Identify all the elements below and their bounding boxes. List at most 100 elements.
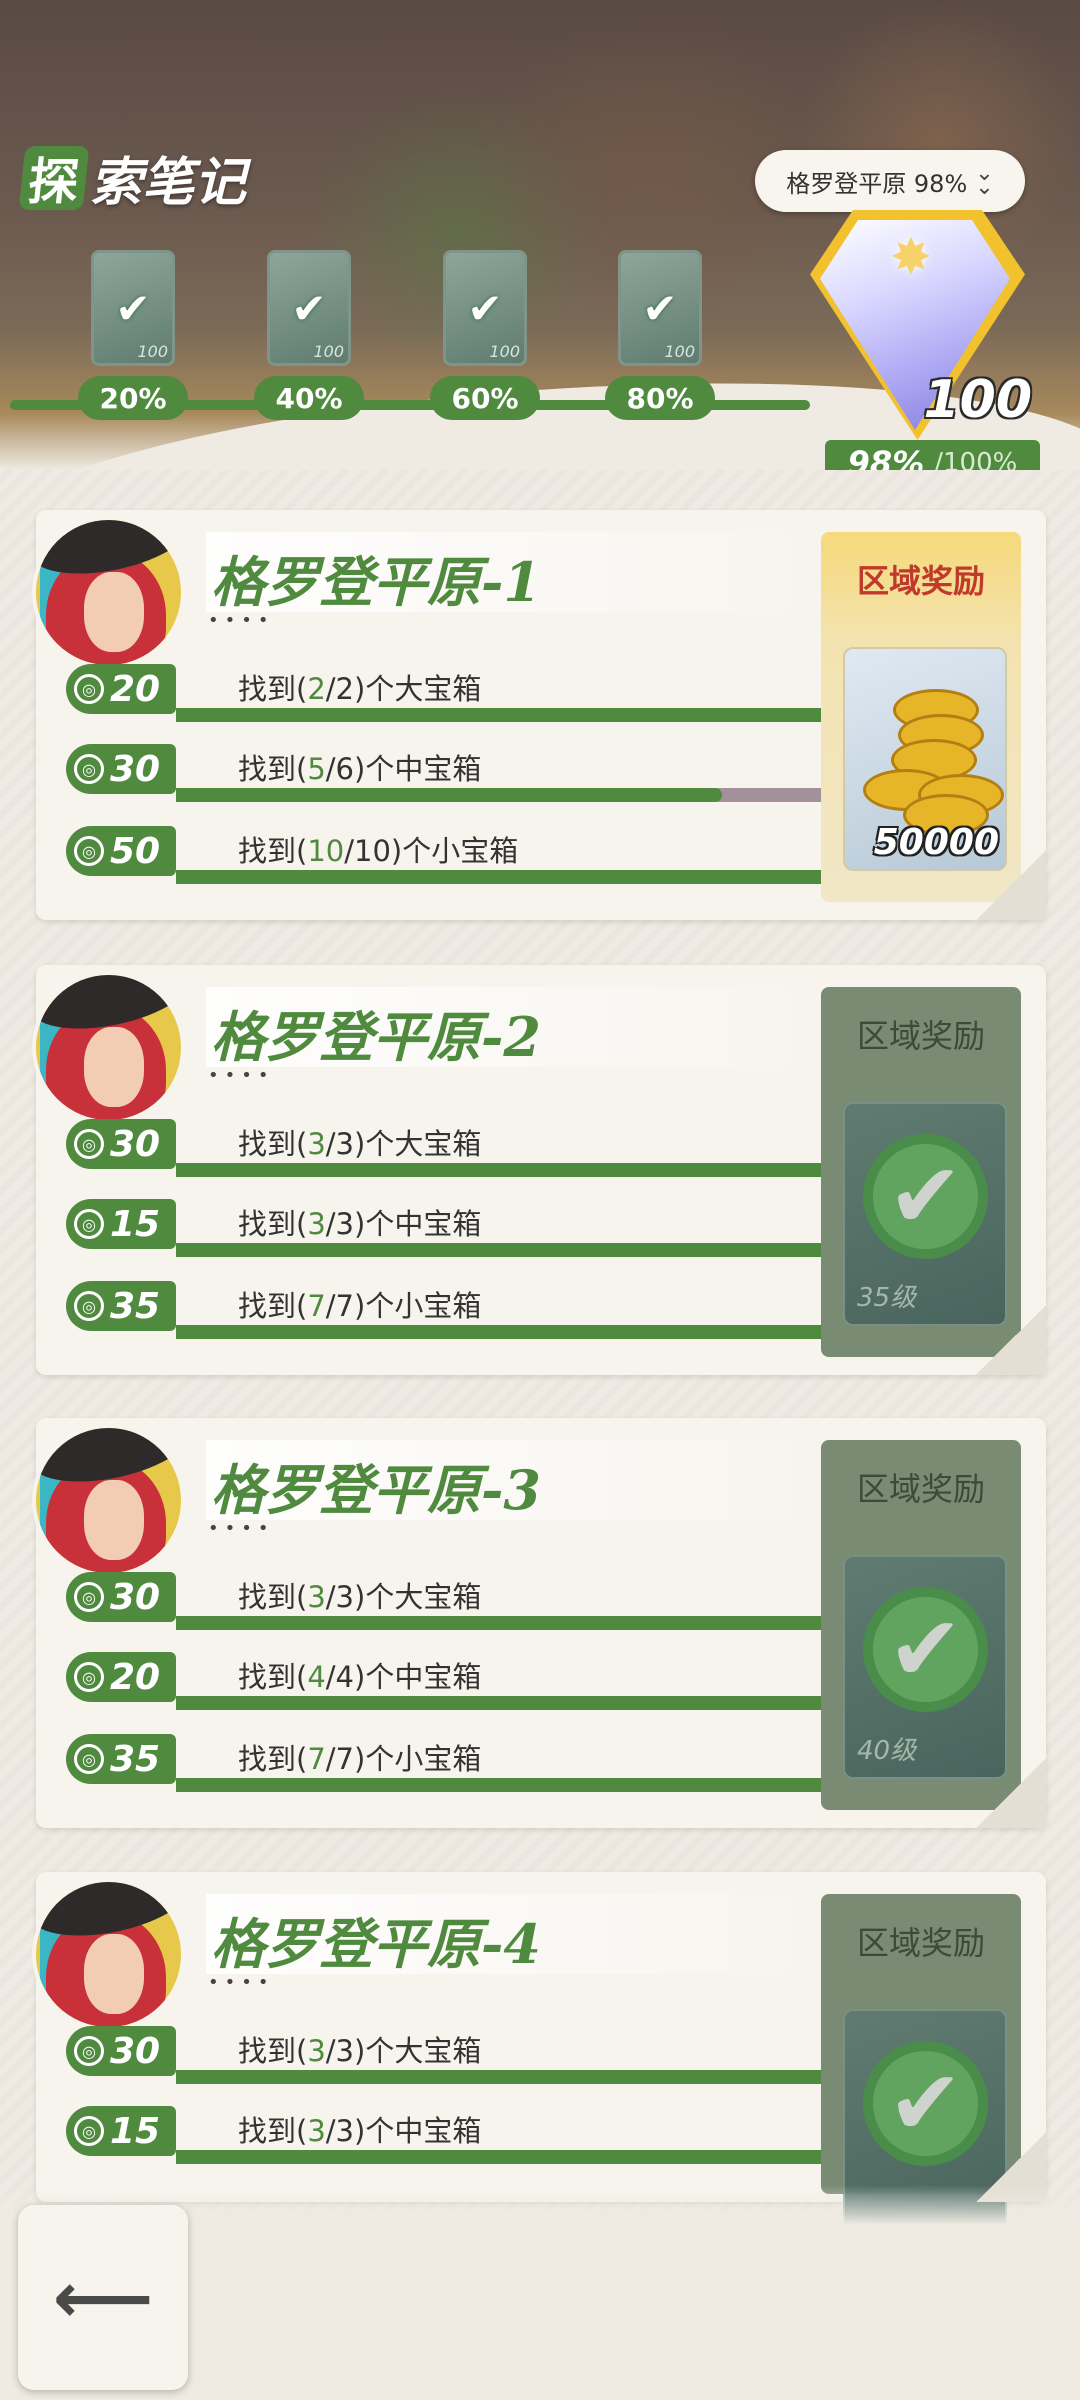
task-rest: /3)个大宝箱 bbox=[325, 2034, 482, 2068]
task-progress-fill bbox=[176, 1163, 831, 1177]
task-prefix: 找到( bbox=[238, 2034, 308, 2068]
milestone-track: ✔ 100 20% ✔ 100 40% ✔ 100 60% ✔ 100 80% bbox=[0, 240, 820, 430]
points-badge: ◎ 15 bbox=[66, 1199, 176, 1249]
region-dots: •••• bbox=[208, 1065, 275, 1086]
double-chevron-down-icon: ⌄ ⌄ bbox=[975, 161, 994, 200]
task-row: ◎ 50 找到(10/10)个小宝箱 bbox=[66, 820, 831, 884]
milestone-40[interactable]: ✔ 100 40% bbox=[254, 250, 364, 420]
task-label: 找到(7/7)个小宝箱 bbox=[238, 1736, 481, 1778]
points-value: 35 bbox=[110, 1285, 161, 1327]
task-progress-fill bbox=[176, 788, 722, 802]
points-badge: ◎ 30 bbox=[66, 1572, 176, 1622]
task-row: ◎ 30 找到(3/3)个大宝箱 bbox=[66, 1113, 831, 1177]
task-progress-fill bbox=[176, 1616, 831, 1630]
region-card: 格罗登平原-2 •••• ◎ 30 找到(3/3)个大宝箱 ◎ 15 找到(3/3)个中宝… bbox=[32, 965, 1046, 1375]
task-rest: /3)个大宝箱 bbox=[325, 1127, 482, 1161]
task-prefix: 找到( bbox=[238, 1742, 308, 1776]
task-progress-fill bbox=[176, 1243, 831, 1257]
task-label: 找到(7/7)个小宝箱 bbox=[238, 1283, 481, 1325]
milestone-80[interactable]: ✔ 100 80% bbox=[605, 250, 715, 420]
task-label: 找到(5/6)个中宝箱 bbox=[238, 746, 481, 788]
task-progress-bar bbox=[176, 2150, 831, 2164]
task-found-count: 3 bbox=[307, 2034, 326, 2068]
points-value: 30 bbox=[110, 1123, 161, 1165]
gold-coins-icon bbox=[863, 669, 1004, 836]
task-label: 找到(3/3)个中宝箱 bbox=[238, 1201, 481, 1243]
task-prefix: 找到( bbox=[238, 1127, 308, 1161]
task-row: ◎ 20 找到(4/4)个中宝箱 bbox=[66, 1646, 831, 1710]
back-arrow-icon: ⟵ bbox=[52, 2256, 154, 2339]
task-label: 找到(3/3)个大宝箱 bbox=[238, 1574, 481, 1616]
task-rest: /3)个中宝箱 bbox=[325, 2114, 482, 2148]
region-title: 格罗登平原-4 bbox=[211, 1912, 541, 1976]
card-corner-cut bbox=[976, 1758, 1046, 1828]
task-label: 找到(10/10)个小宝箱 bbox=[238, 828, 518, 870]
task-progress-bar bbox=[176, 1696, 831, 1710]
task-label: 找到(3/3)个中宝箱 bbox=[238, 2108, 481, 2150]
card-corner-cut bbox=[976, 850, 1046, 920]
task-found-count: 3 bbox=[307, 1127, 326, 1161]
task-rest: /7)个小宝箱 bbox=[325, 1289, 482, 1323]
region-dots: •••• bbox=[208, 1518, 275, 1539]
points-badge: ◎ 30 bbox=[66, 1119, 176, 1169]
task-progress-bar bbox=[176, 1778, 831, 1792]
milestone-card: ✔ 100 bbox=[618, 250, 702, 366]
milestone-60[interactable]: ✔ 100 60% bbox=[430, 250, 540, 420]
task-progress-bar bbox=[176, 708, 831, 722]
task-progress-fill bbox=[176, 2070, 831, 2084]
back-button[interactable]: ⟵ bbox=[18, 2205, 188, 2390]
milestone-percent: 60% bbox=[430, 376, 540, 420]
milestone-card: ✔ 100 bbox=[267, 250, 351, 366]
task-prefix: 找到( bbox=[238, 834, 308, 868]
completion-gem[interactable]: ✸ 100 98% /100% bbox=[800, 210, 1060, 470]
region-dropdown[interactable]: 格罗登平原 98% ⌄ ⌄ bbox=[755, 150, 1025, 212]
compass-icon: ◎ bbox=[74, 1582, 104, 1612]
task-row: ◎ 30 找到(3/3)个大宝箱 bbox=[66, 2020, 831, 2084]
task-progress-bar bbox=[176, 1616, 831, 1630]
compass-star-icon: ✸ bbox=[890, 228, 932, 286]
character-avatar bbox=[32, 1424, 185, 1577]
task-found-count: 2 bbox=[307, 672, 326, 706]
points-value: 20 bbox=[110, 1656, 161, 1698]
milestone-20[interactable]: ✔ 100 20% bbox=[78, 250, 188, 420]
task-found-count: 5 bbox=[307, 752, 326, 786]
check-icon: ✔ bbox=[467, 283, 503, 333]
points-value: 15 bbox=[110, 2110, 161, 2152]
task-found-count: 7 bbox=[307, 1289, 326, 1323]
region-card: 格罗登平原-3 •••• ◎ 30 找到(3/3)个大宝箱 ◎ 20 找到(4/4)个中宝… bbox=[32, 1418, 1046, 1828]
task-label: 找到(3/3)个大宝箱 bbox=[238, 2028, 481, 2070]
milestone-card-value: 100 bbox=[313, 342, 344, 361]
task-found-count: 10 bbox=[307, 834, 345, 868]
task-progress-fill bbox=[176, 1778, 831, 1792]
region-reward[interactable]: 区域奖励 ✔ 35级 bbox=[821, 987, 1021, 1357]
task-row: ◎ 35 找到(7/7)个小宝箱 bbox=[66, 1728, 831, 1792]
task-prefix: 找到( bbox=[238, 2114, 308, 2148]
check-icon: ✔ bbox=[291, 283, 327, 333]
check-icon: ✔ bbox=[115, 283, 151, 333]
milestone-percent: 20% bbox=[78, 376, 188, 420]
reward-item[interactable]: 50000 bbox=[843, 647, 1007, 871]
compass-icon: ◎ bbox=[74, 754, 104, 784]
task-label: 找到(2/2)个大宝箱 bbox=[238, 666, 481, 708]
task-label: 找到(3/3)个大宝箱 bbox=[238, 1121, 481, 1163]
task-row: ◎ 30 找到(5/6)个中宝箱 bbox=[66, 738, 831, 802]
task-row: ◎ 15 找到(3/3)个中宝箱 bbox=[66, 2100, 831, 2164]
points-badge: ◎ 35 bbox=[66, 1734, 176, 1784]
card-corner-cut bbox=[976, 1305, 1046, 1375]
task-rest: /3)个大宝箱 bbox=[325, 1580, 482, 1614]
claimed-overlay bbox=[821, 987, 1021, 1357]
region-reward[interactable]: 区域奖励 ✔ 40级 bbox=[821, 1440, 1021, 1810]
task-prefix: 找到( bbox=[238, 672, 308, 706]
task-progress-fill bbox=[176, 708, 831, 722]
task-progress-fill bbox=[176, 1325, 831, 1339]
points-badge: ◎ 15 bbox=[66, 2106, 176, 2156]
title-first-char: 探 bbox=[18, 145, 90, 211]
region-reward[interactable]: 区域奖励 50000 bbox=[821, 532, 1021, 902]
compass-icon: ◎ bbox=[74, 1744, 104, 1774]
task-rest: /4)个中宝箱 bbox=[325, 1660, 482, 1694]
character-avatar bbox=[32, 1878, 185, 2031]
points-value: 30 bbox=[110, 748, 161, 790]
milestone-card: ✔ 100 bbox=[91, 250, 175, 366]
task-progress-bar bbox=[176, 1325, 831, 1339]
task-rest: /10)个小宝箱 bbox=[344, 834, 519, 868]
